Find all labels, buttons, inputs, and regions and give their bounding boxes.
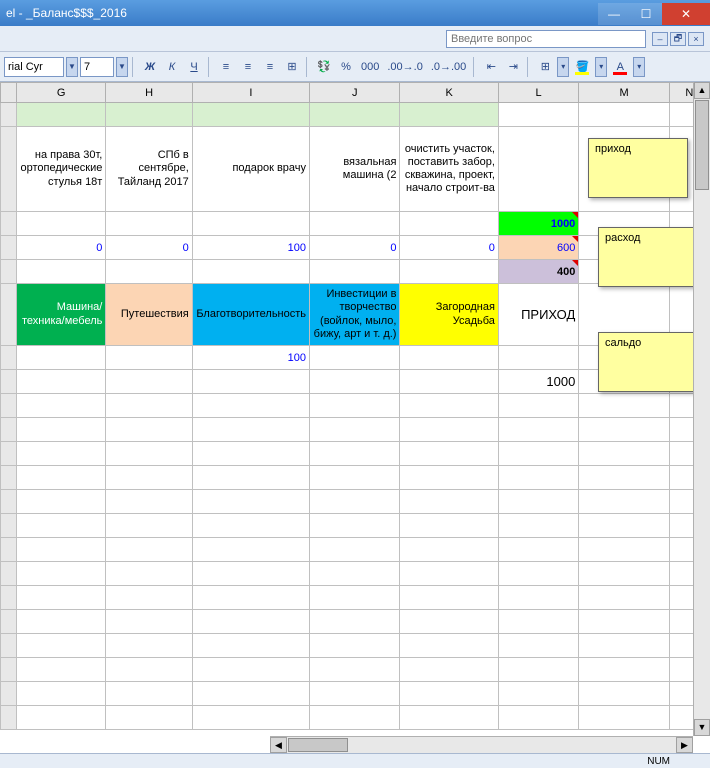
font-dropdown-icon[interactable]: ▼ <box>66 57 78 77</box>
merge-icon[interactable]: ⊞ <box>282 57 302 77</box>
doc-min-icon[interactable]: – <box>652 32 668 46</box>
cell[interactable]: 0 <box>17 236 106 260</box>
colhead-m[interactable]: M <box>579 83 669 103</box>
fontcolor-dropdown-icon[interactable]: ▾ <box>633 57 645 77</box>
colhead-g[interactable]: G <box>17 83 106 103</box>
ask-input[interactable] <box>446 30 646 48</box>
cell[interactable]: 0 <box>400 236 498 260</box>
maximize-button[interactable]: ☐ <box>630 3 662 25</box>
align-center-icon[interactable]: ≡ <box>238 57 258 77</box>
align-right-icon[interactable]: ≡ <box>260 57 280 77</box>
close-button[interactable]: ✕ <box>662 3 710 25</box>
font-select[interactable] <box>4 57 64 77</box>
scroll-down-icon[interactable]: ▼ <box>694 719 710 736</box>
comment-note[interactable]: приход <box>588 138 688 198</box>
cell[interactable]: вязальная машина (2 <box>310 127 400 212</box>
colhead-i[interactable]: I <box>192 83 309 103</box>
cell[interactable]: очистить участок, поставить забор, скваж… <box>400 127 498 212</box>
thousands-button[interactable]: 000 <box>358 57 382 77</box>
vertical-scrollbar[interactable]: ▲ ▼ <box>693 82 710 736</box>
cell-expense[interactable]: 600 <box>498 236 578 260</box>
cell[interactable]: 100 <box>192 346 309 370</box>
format-toolbar: ▼ ▼ Ж К Ч ≡ ≡ ≡ ⊞ 💱 % 000 .00→.0 .0→.00 … <box>0 52 710 82</box>
font-color-icon[interactable]: A <box>609 57 631 77</box>
header-cell[interactable]: Благотворительность <box>192 284 309 346</box>
scroll-right-icon[interactable]: ▶ <box>676 737 693 753</box>
fontsize-select[interactable] <box>80 57 114 77</box>
header-cell[interactable]: Путешествия <box>106 284 192 346</box>
scroll-left-icon[interactable]: ◀ <box>270 737 287 753</box>
cell[interactable]: СПб в сентябре, Тайланд 2017 <box>106 127 192 212</box>
scroll-thumb[interactable] <box>288 738 348 752</box>
header-cell[interactable]: ПРИХОД <box>498 284 578 346</box>
header-cell[interactable]: Загородная Усадьба <box>400 284 498 346</box>
percent-button[interactable]: % <box>336 57 356 77</box>
indent-dec-icon[interactable]: ⇤ <box>481 57 501 77</box>
align-left-icon[interactable]: ≡ <box>216 57 236 77</box>
italic-button[interactable]: К <box>162 57 182 77</box>
titlebar: el - _Баланс$$$_2016 — ☐ ✕ <box>0 0 710 26</box>
cell[interactable]: на права 30т, ортопедические стулья 18т <box>17 127 106 212</box>
cell[interactable]: подарок врачу <box>192 127 309 212</box>
borders-icon[interactable]: ⊞ <box>535 57 555 77</box>
currency-icon[interactable]: 💱 <box>314 57 334 77</box>
doc-window-buttons: – 🗗 × <box>652 32 704 46</box>
borders-dropdown-icon[interactable]: ▾ <box>557 57 569 77</box>
scroll-up-icon[interactable]: ▲ <box>694 82 710 99</box>
status-bar: NUM <box>0 753 710 768</box>
bold-button[interactable]: Ж <box>140 57 160 77</box>
dec-dec-icon[interactable]: .0→.00 <box>428 57 469 77</box>
fontsize-dropdown-icon[interactable]: ▼ <box>116 57 128 77</box>
colhead-k[interactable]: K <box>400 83 498 103</box>
fill-dropdown-icon[interactable]: ▾ <box>595 57 607 77</box>
window-title: el - _Баланс$$$_2016 <box>6 6 127 20</box>
colhead-j[interactable]: J <box>310 83 400 103</box>
cell[interactable]: 0 <box>310 236 400 260</box>
fill-color-icon[interactable]: 🪣 <box>571 57 593 77</box>
comment-note[interactable]: расход <box>598 227 698 287</box>
doc-restore-icon[interactable]: 🗗 <box>670 32 686 46</box>
doc-close-icon[interactable]: × <box>688 32 704 46</box>
underline-button[interactable]: Ч <box>184 57 204 77</box>
menu-row: – 🗗 × <box>0 26 710 52</box>
numlock-indicator: NUM <box>647 756 670 767</box>
header-cell[interactable]: Машина/техника/мебель <box>17 284 106 346</box>
cell-income[interactable]: 1000 <box>498 212 578 236</box>
spreadsheet-grid[interactable]: G H I J K L M N на права 30т, ортопедиче… <box>0 82 710 762</box>
dec-inc-icon[interactable]: .00→.0 <box>384 57 425 77</box>
comment-note[interactable]: сальдо <box>598 332 698 392</box>
window-buttons: — ☐ ✕ <box>598 1 710 25</box>
indent-inc-icon[interactable]: ⇥ <box>503 57 523 77</box>
minimize-button[interactable]: — <box>598 3 630 25</box>
colhead-h[interactable]: H <box>106 83 192 103</box>
colhead-l[interactable]: L <box>498 83 578 103</box>
corner-cell[interactable] <box>1 83 17 103</box>
header-cell[interactable]: Инвестиции в творчество (войлок, мыло, б… <box>310 284 400 346</box>
cell[interactable]: 1000 <box>498 370 578 394</box>
scroll-thumb[interactable] <box>695 100 709 190</box>
cell-balance[interactable]: 400 <box>498 260 578 284</box>
horizontal-scrollbar[interactable]: ◀ ▶ <box>270 736 693 753</box>
cell[interactable]: 100 <box>192 236 309 260</box>
cell[interactable]: 0 <box>106 236 192 260</box>
